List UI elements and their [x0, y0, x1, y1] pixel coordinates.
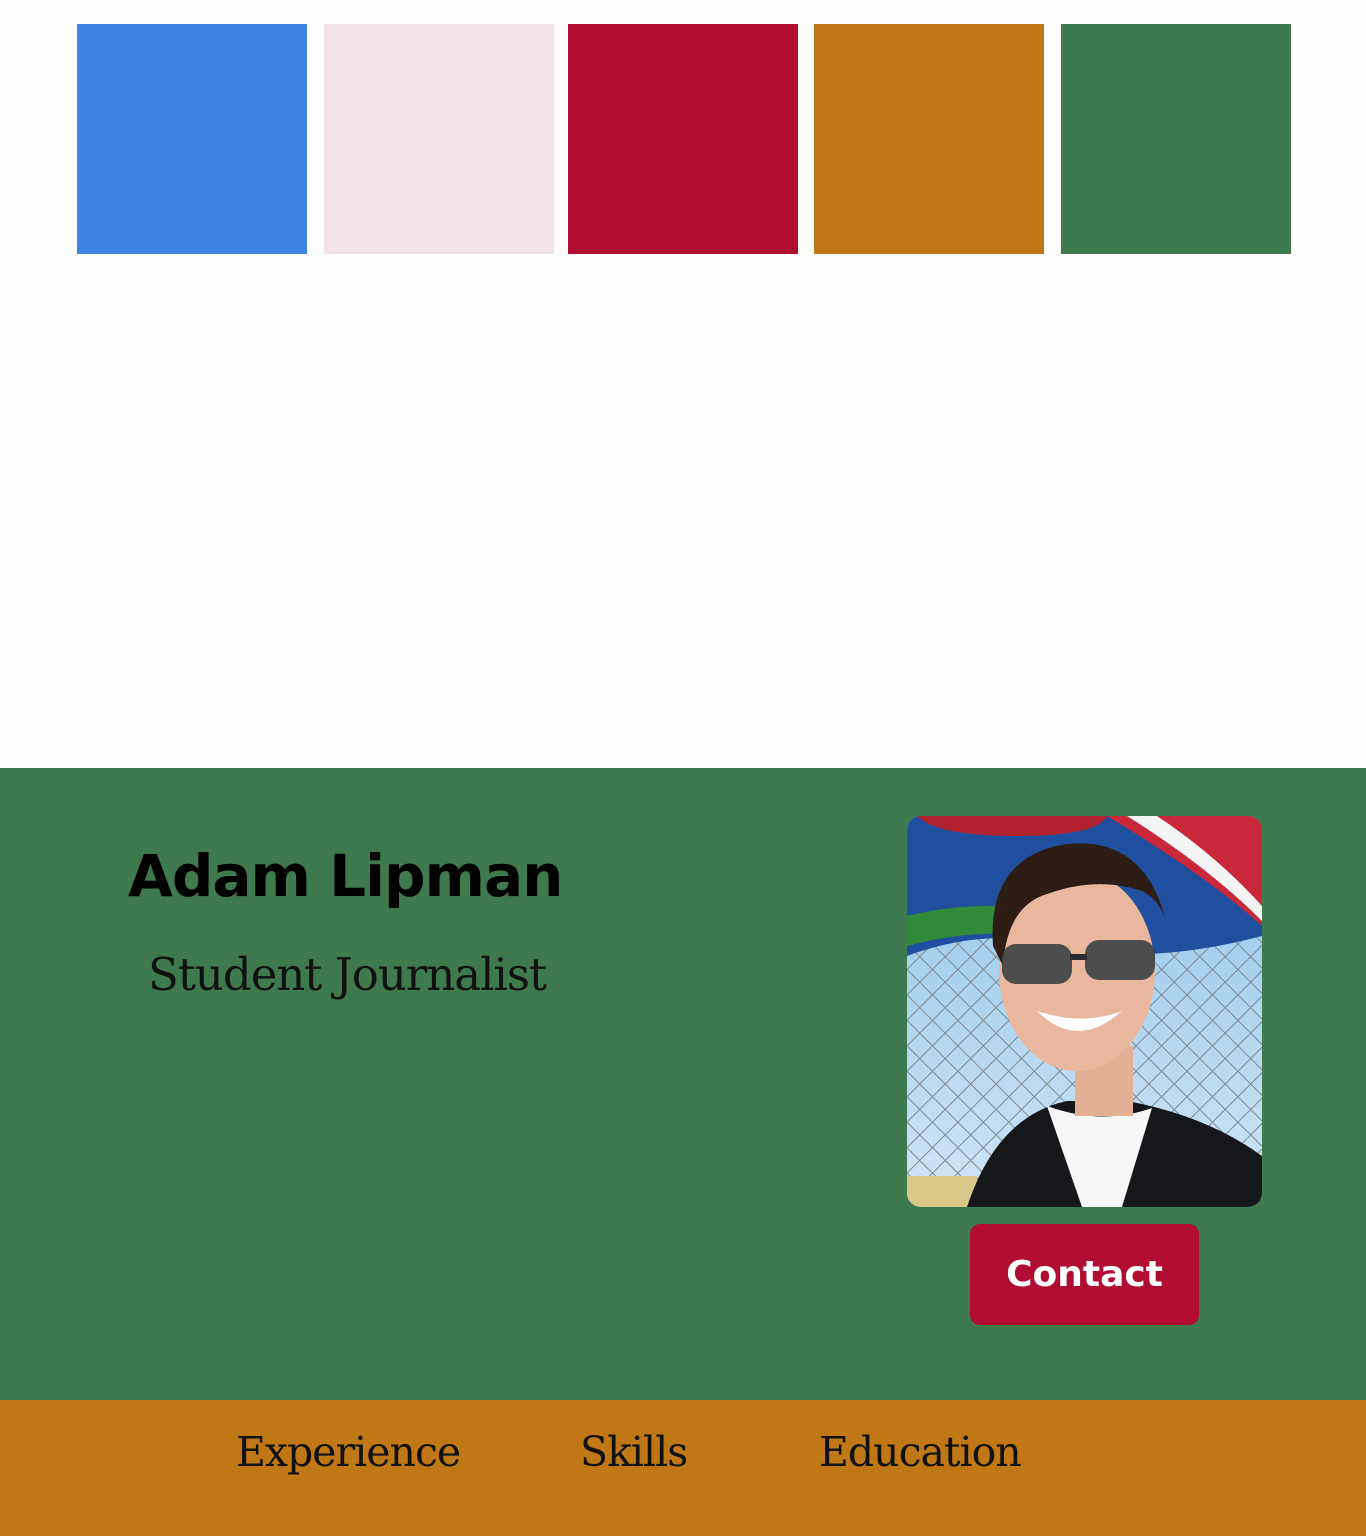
nav-link-skills[interactable]: Skills	[580, 1428, 688, 1476]
color-swatch-orange	[814, 24, 1044, 254]
color-swatch-blue	[77, 24, 307, 254]
person-name: Adam Lipman	[128, 842, 563, 910]
profile-photo	[907, 816, 1262, 1207]
nav-link-experience[interactable]: Experience	[236, 1428, 461, 1476]
person-title: Student Journalist	[148, 948, 547, 1001]
color-swatch-red	[568, 24, 798, 254]
color-swatch-pink	[324, 24, 554, 254]
nav-link-education[interactable]: Education	[819, 1428, 1022, 1476]
contact-button[interactable]: Contact	[970, 1224, 1199, 1325]
color-swatch-green	[1061, 24, 1291, 254]
